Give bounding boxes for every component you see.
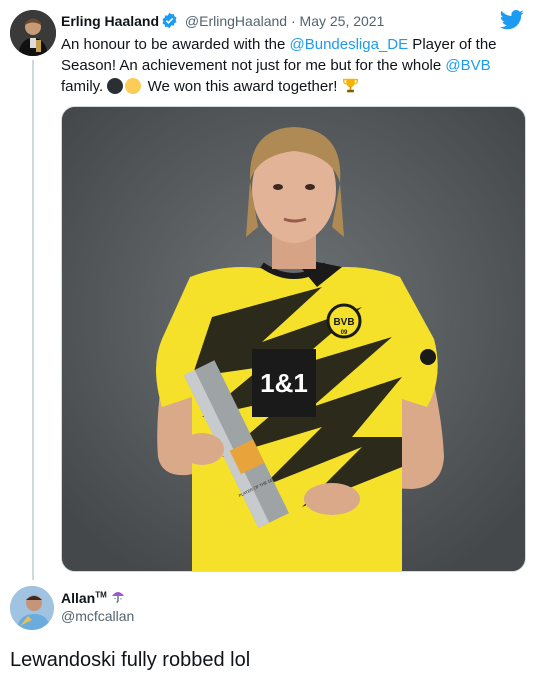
header-separator: · [290, 13, 296, 29]
tweet-date[interactable]: May 25, 2021 [300, 13, 385, 29]
verified-badge-icon [161, 12, 178, 34]
tweet-text-part: An honour to be awarded with the [61, 36, 290, 53]
shirt-sponsor-text: 1&1 [260, 368, 308, 398]
tweet: Erling Haaland @ErlingHaaland · May 25, … [0, 0, 540, 580]
mention-bundesliga[interactable]: @Bundesliga_DE [290, 36, 409, 53]
reply-author-handle[interactable]: @mcfcallan [61, 608, 134, 624]
thread-line [32, 60, 34, 580]
club-badge-text: BVB [333, 317, 354, 328]
black-circle-icon [107, 78, 124, 94]
author-avatar[interactable] [10, 10, 56, 56]
club-badge-year: 09 [341, 330, 348, 336]
reply-author-avatar[interactable] [10, 586, 54, 630]
author-name[interactable]: Erling Haaland [61, 13, 159, 29]
tweet-header: Erling Haaland @ErlingHaaland · May 25, … [61, 11, 384, 34]
tweet-text-part: We won this award together! [143, 78, 342, 95]
reply-text: Lewandoski fully robbed lol [10, 649, 251, 671]
yellow-circle-icon [125, 78, 142, 94]
reply-author-suffix: TM [95, 590, 107, 600]
umbrella-icon [111, 590, 125, 606]
tweet-text: An honour to be awarded with the @Bundes… [61, 34, 511, 97]
author-handle[interactable]: @ErlingHaaland [185, 13, 287, 29]
twitter-bird-icon[interactable] [500, 10, 524, 35]
tweet-photo[interactable]: BVB 09 1&1 PLAYER OF THE SEASON [61, 106, 526, 572]
reply-author-name-text: Allan [61, 590, 96, 606]
trophy-icon [342, 78, 359, 95]
mention-bvb[interactable]: @BVB [445, 57, 490, 74]
tweet-text-part: family. [61, 78, 108, 95]
reply-author-name[interactable]: AllanTM [61, 589, 125, 606]
